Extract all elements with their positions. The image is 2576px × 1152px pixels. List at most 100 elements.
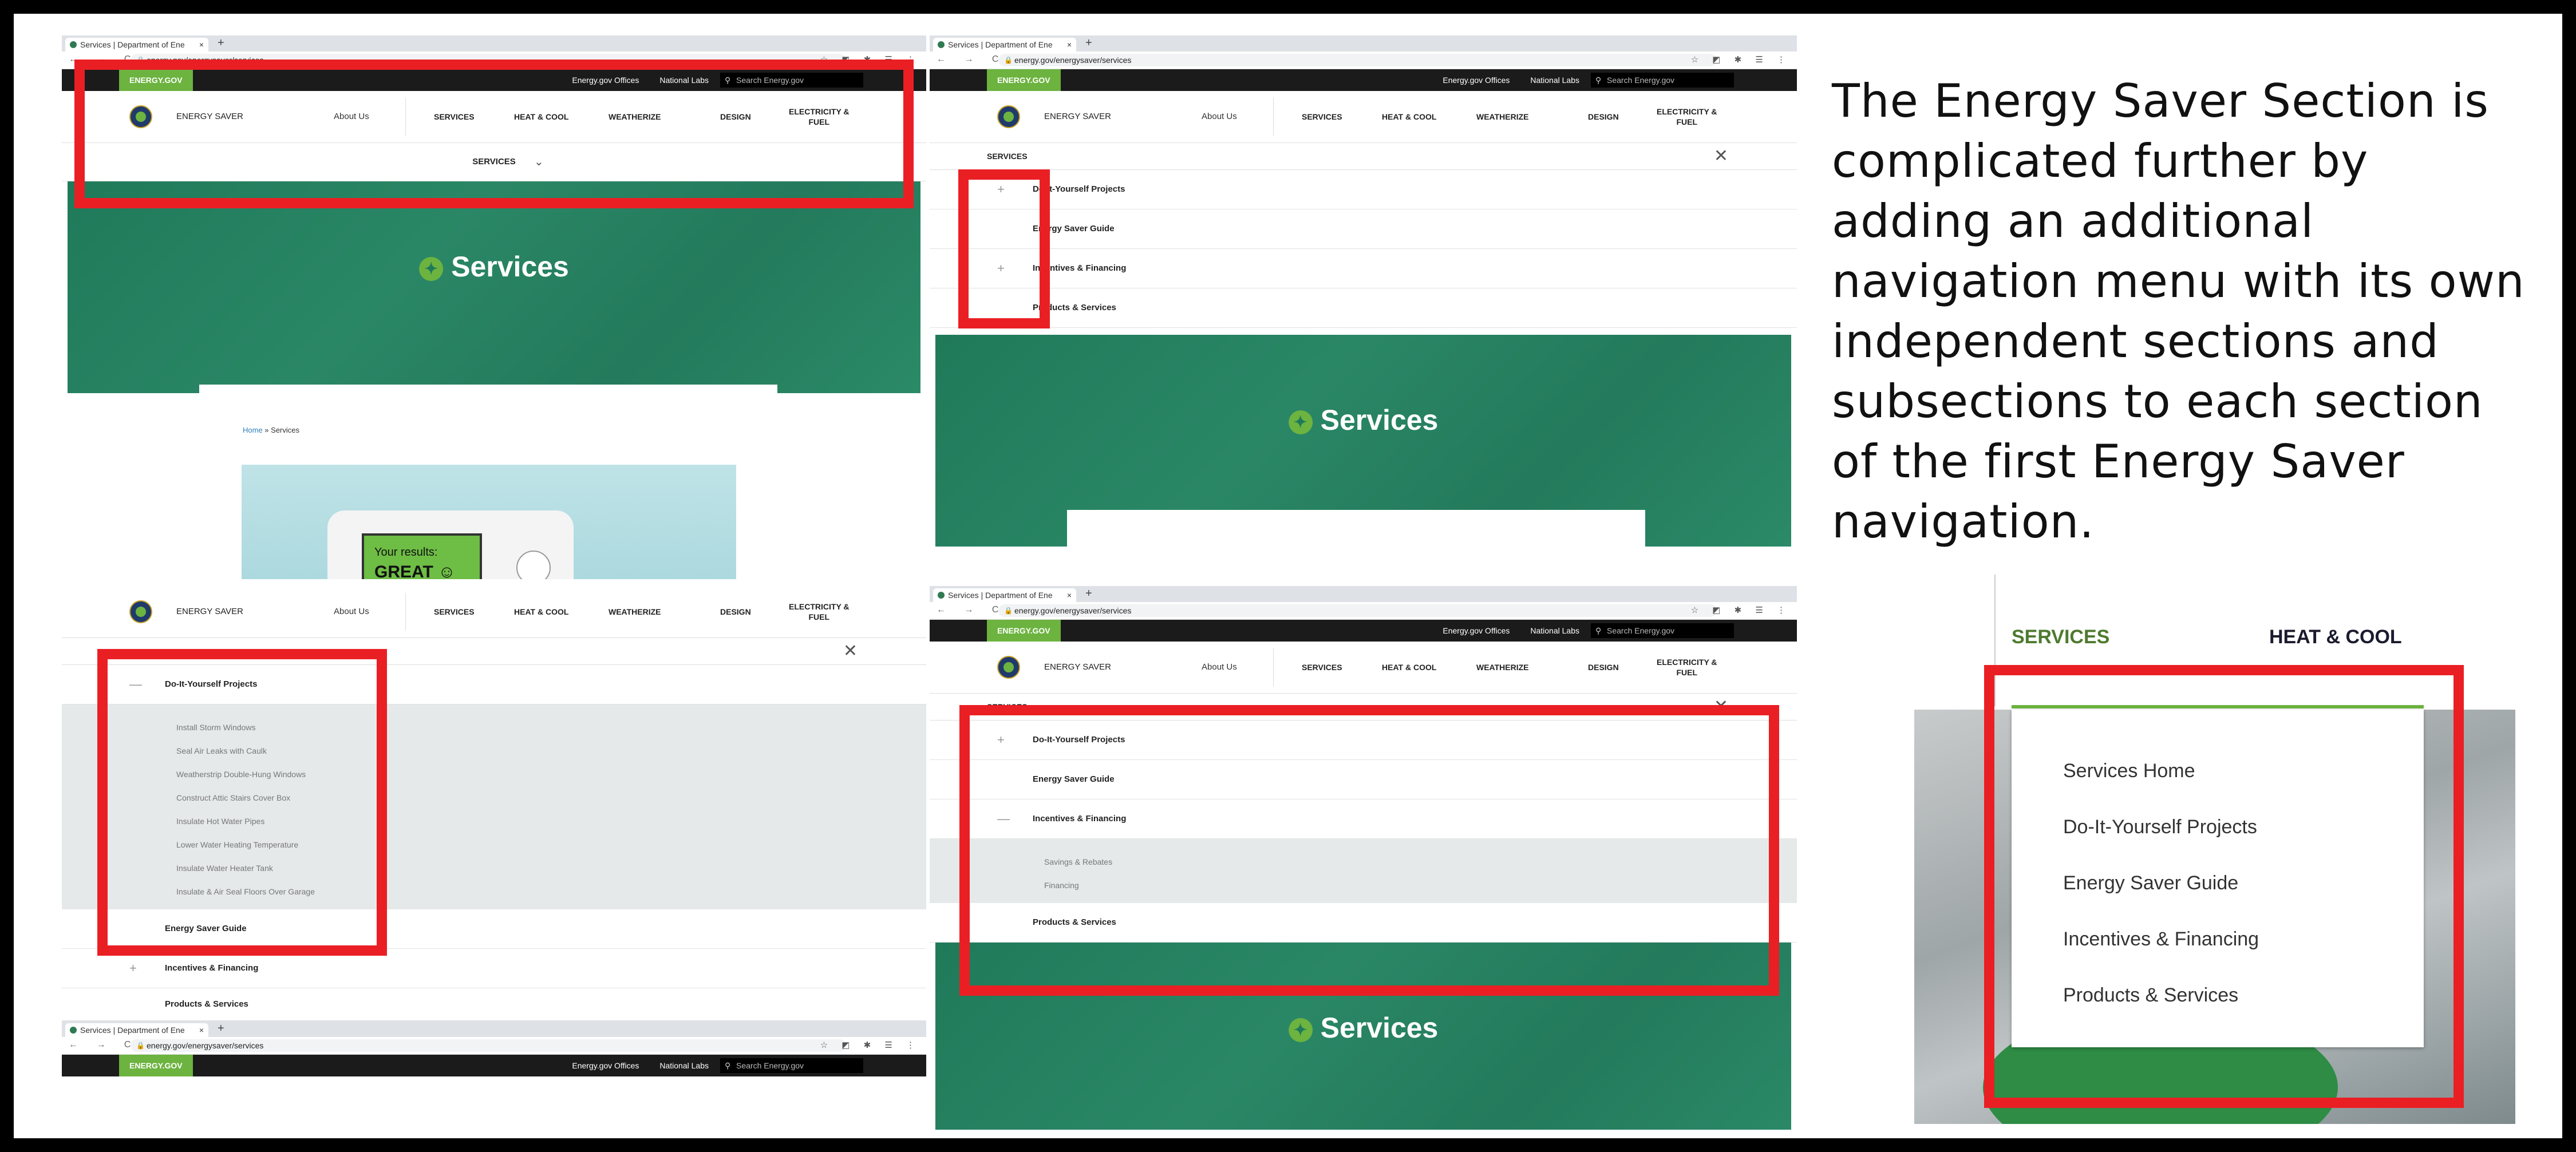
- labs-link[interactable]: National Labs: [1530, 626, 1579, 635]
- browser-tab-bar: Services | Department of Ene × +: [930, 586, 1797, 602]
- energy-gov-link[interactable]: ENERGY.GOV: [119, 1055, 193, 1076]
- url-text: energy.gov/energysaver/services: [147, 1041, 264, 1050]
- brand-name[interactable]: ENERGY SAVER: [176, 586, 243, 638]
- nav-services[interactable]: SERVICES: [1302, 642, 1342, 693]
- url-field[interactable]: 🔒 energy.gov/energysaver/services: [998, 54, 1717, 66]
- nav-design[interactable]: DESIGN: [720, 586, 751, 638]
- brand-name[interactable]: ENERGY SAVER: [1044, 91, 1111, 142]
- services-menu-header: SERVICES ✕: [930, 143, 1797, 170]
- breadcrumb-current: Services: [271, 426, 300, 434]
- highlight-box-plus-signs: [958, 169, 1050, 328]
- highlight-box-incentives-submenu: [959, 705, 1779, 996]
- offices-link[interactable]: Energy.gov Offices: [1443, 76, 1510, 85]
- doe-seal-logo[interactable]: [997, 656, 1020, 679]
- nav-fuel-label: FUEL: [808, 612, 830, 621]
- labs-link[interactable]: National Labs: [1530, 76, 1579, 85]
- tab-close-icon[interactable]: ×: [1067, 588, 1072, 602]
- nav-electricity-fuel[interactable]: ELECTRICITY & FUEL: [789, 601, 850, 622]
- url-field[interactable]: 🔒 energy.gov/energysaver/services: [131, 1039, 846, 1052]
- menu-item-diy[interactable]: + Do-It-Yourself Projects: [930, 170, 1797, 209]
- collage-canvas: Services | Department of Ene × + ← → C 🔒 e…: [14, 14, 2562, 1138]
- energy-gov-link[interactable]: ENERGY.GOV: [987, 69, 1061, 91]
- new-tab-button[interactable]: +: [218, 37, 224, 50]
- about-us-link[interactable]: About Us: [334, 586, 369, 638]
- address-bar: ← → C 🔒 energy.gov/energysaver/services ☆…: [930, 602, 1797, 620]
- browser-tab[interactable]: Services | Department of Ene ×: [65, 38, 208, 52]
- url-text: energy.gov/energysaver/services: [1014, 606, 1132, 615]
- offices-link[interactable]: Energy.gov Offices: [1443, 626, 1510, 635]
- breadcrumb-separator: »: [262, 426, 271, 434]
- nav-design[interactable]: DESIGN: [1588, 642, 1619, 693]
- nav-heat-cool[interactable]: HEAT & COOL: [1382, 91, 1436, 142]
- thermostat-device: Your results: GREAT ☺☺: [327, 510, 574, 579]
- tab-close-icon[interactable]: ×: [199, 38, 204, 52]
- browser-nav-buttons[interactable]: ← → C: [937, 54, 1006, 65]
- menu-item-products[interactable]: Products & Services: [930, 288, 1797, 328]
- nav-electricity-label: ELECTRICITY &: [789, 602, 850, 611]
- nav-weatherize[interactable]: WEATHERIZE: [1476, 91, 1529, 142]
- thermostat-image: Your results: GREAT ☺☺: [242, 465, 736, 579]
- site-search-input[interactable]: ⚲ Search Energy.gov: [1591, 623, 1734, 638]
- thermostat-screen: Your results: GREAT ☺☺: [362, 533, 482, 579]
- labs-link[interactable]: National Labs: [659, 1061, 709, 1070]
- nav-heat-cool[interactable]: HEAT & COOL: [514, 586, 568, 638]
- brand-name[interactable]: ENERGY SAVER: [1044, 642, 1111, 693]
- nav-services[interactable]: SERVICES: [1302, 91, 1342, 142]
- tab-title: Services | Department of Ene: [948, 591, 1053, 600]
- menu-item-products[interactable]: Products & Services: [62, 988, 926, 1021]
- content-card-top: [1067, 510, 1645, 550]
- extension-icons[interactable]: ☆ ◩ ✱ ☰ ⋮: [820, 1040, 920, 1050]
- nav-electricity-label: ELECTRICITY &: [1657, 107, 1717, 116]
- extension-icons[interactable]: ☆ ◩ ✱ ☰ ⋮: [1691, 54, 1791, 65]
- tab-title: Services | Department of Ene: [80, 40, 185, 49]
- browser-tab-bar: Services | Department of Ene × +: [62, 35, 926, 52]
- nav-divider: [405, 593, 406, 631]
- url-field[interactable]: 🔒 energy.gov/energysaver/services: [998, 604, 1717, 617]
- about-us-link[interactable]: About Us: [1202, 642, 1237, 693]
- caption-text: The Energy Saver Section is complicated …: [1832, 74, 2525, 548]
- nav-services[interactable]: SERVICES: [434, 586, 475, 638]
- nav-design[interactable]: DESIGN: [1588, 91, 1619, 142]
- nav-divider: [1273, 648, 1274, 686]
- lock-icon: 🔒: [1004, 607, 1013, 615]
- tab-close-icon[interactable]: ×: [199, 1023, 204, 1037]
- main-nav: ENERGY SAVER About Us SERVICES HEAT & CO…: [62, 586, 926, 638]
- offices-link[interactable]: Energy.gov Offices: [572, 1061, 639, 1070]
- browser-tab[interactable]: Services | Department of Ene ×: [933, 38, 1076, 52]
- tab-title: Services | Department of Ene: [80, 1026, 185, 1035]
- new-tab-button[interactable]: +: [218, 1022, 224, 1035]
- breadcrumb-home[interactable]: Home: [243, 426, 263, 434]
- utility-bar: ENERGY.GOV Energy.gov Offices National La…: [62, 1055, 926, 1076]
- new-tab-button[interactable]: +: [1085, 587, 1092, 600]
- new-tab-button[interactable]: +: [1085, 37, 1092, 50]
- nav-weatherize[interactable]: WEATHERIZE: [609, 586, 661, 638]
- close-icon[interactable]: ✕: [843, 638, 858, 664]
- utility-bar: ENERGY.GOV Energy.gov Offices National La…: [930, 620, 1797, 642]
- doe-seal-logo[interactable]: [129, 600, 152, 623]
- site-search-input[interactable]: ⚲ Search Energy.gov: [1591, 73, 1734, 88]
- browser-nav-buttons[interactable]: ← → C: [69, 1040, 139, 1050]
- extension-icons[interactable]: ☆ ◩ ✱ ☰ ⋮: [1691, 605, 1791, 615]
- browser-tab[interactable]: Services | Department of Ene ×: [65, 1023, 208, 1037]
- search-placeholder: Search Energy.gov: [736, 1061, 804, 1070]
- zoom-nav-heat-cool[interactable]: HEAT & COOL: [2269, 626, 2402, 648]
- highlight-box-zoomed-dropdown: [1984, 665, 2464, 1108]
- zoom-nav-services[interactable]: SERVICES: [2012, 626, 2109, 648]
- close-icon[interactable]: ✕: [1714, 143, 1728, 169]
- browser-tab[interactable]: Services | Department of Ene ×: [933, 588, 1076, 602]
- energy-gov-link[interactable]: ENERGY.GOV: [987, 620, 1061, 642]
- menu-item-incentives[interactable]: + Incentives & Financing: [930, 249, 1797, 288]
- lightbulb-icon: ✦: [1288, 1018, 1313, 1042]
- thermostat-results-text: Your results:: [374, 546, 438, 559]
- menu-item-guide[interactable]: Energy Saver Guide: [930, 209, 1797, 249]
- nav-electricity-fuel[interactable]: ELECTRICITY & FUEL: [1657, 106, 1717, 127]
- doe-seal-logo[interactable]: [997, 105, 1020, 128]
- lock-icon: 🔒: [136, 1042, 145, 1050]
- browser-nav-buttons[interactable]: ← → C: [937, 605, 1006, 615]
- nav-electricity-fuel[interactable]: ELECTRICITY & FUEL: [1657, 657, 1717, 678]
- tab-close-icon[interactable]: ×: [1067, 38, 1072, 52]
- nav-heat-cool[interactable]: HEAT & COOL: [1382, 642, 1436, 693]
- nav-weatherize[interactable]: WEATHERIZE: [1476, 642, 1529, 693]
- about-us-link[interactable]: About Us: [1202, 91, 1237, 142]
- site-search-input[interactable]: ⚲ Search Energy.gov: [720, 1058, 863, 1073]
